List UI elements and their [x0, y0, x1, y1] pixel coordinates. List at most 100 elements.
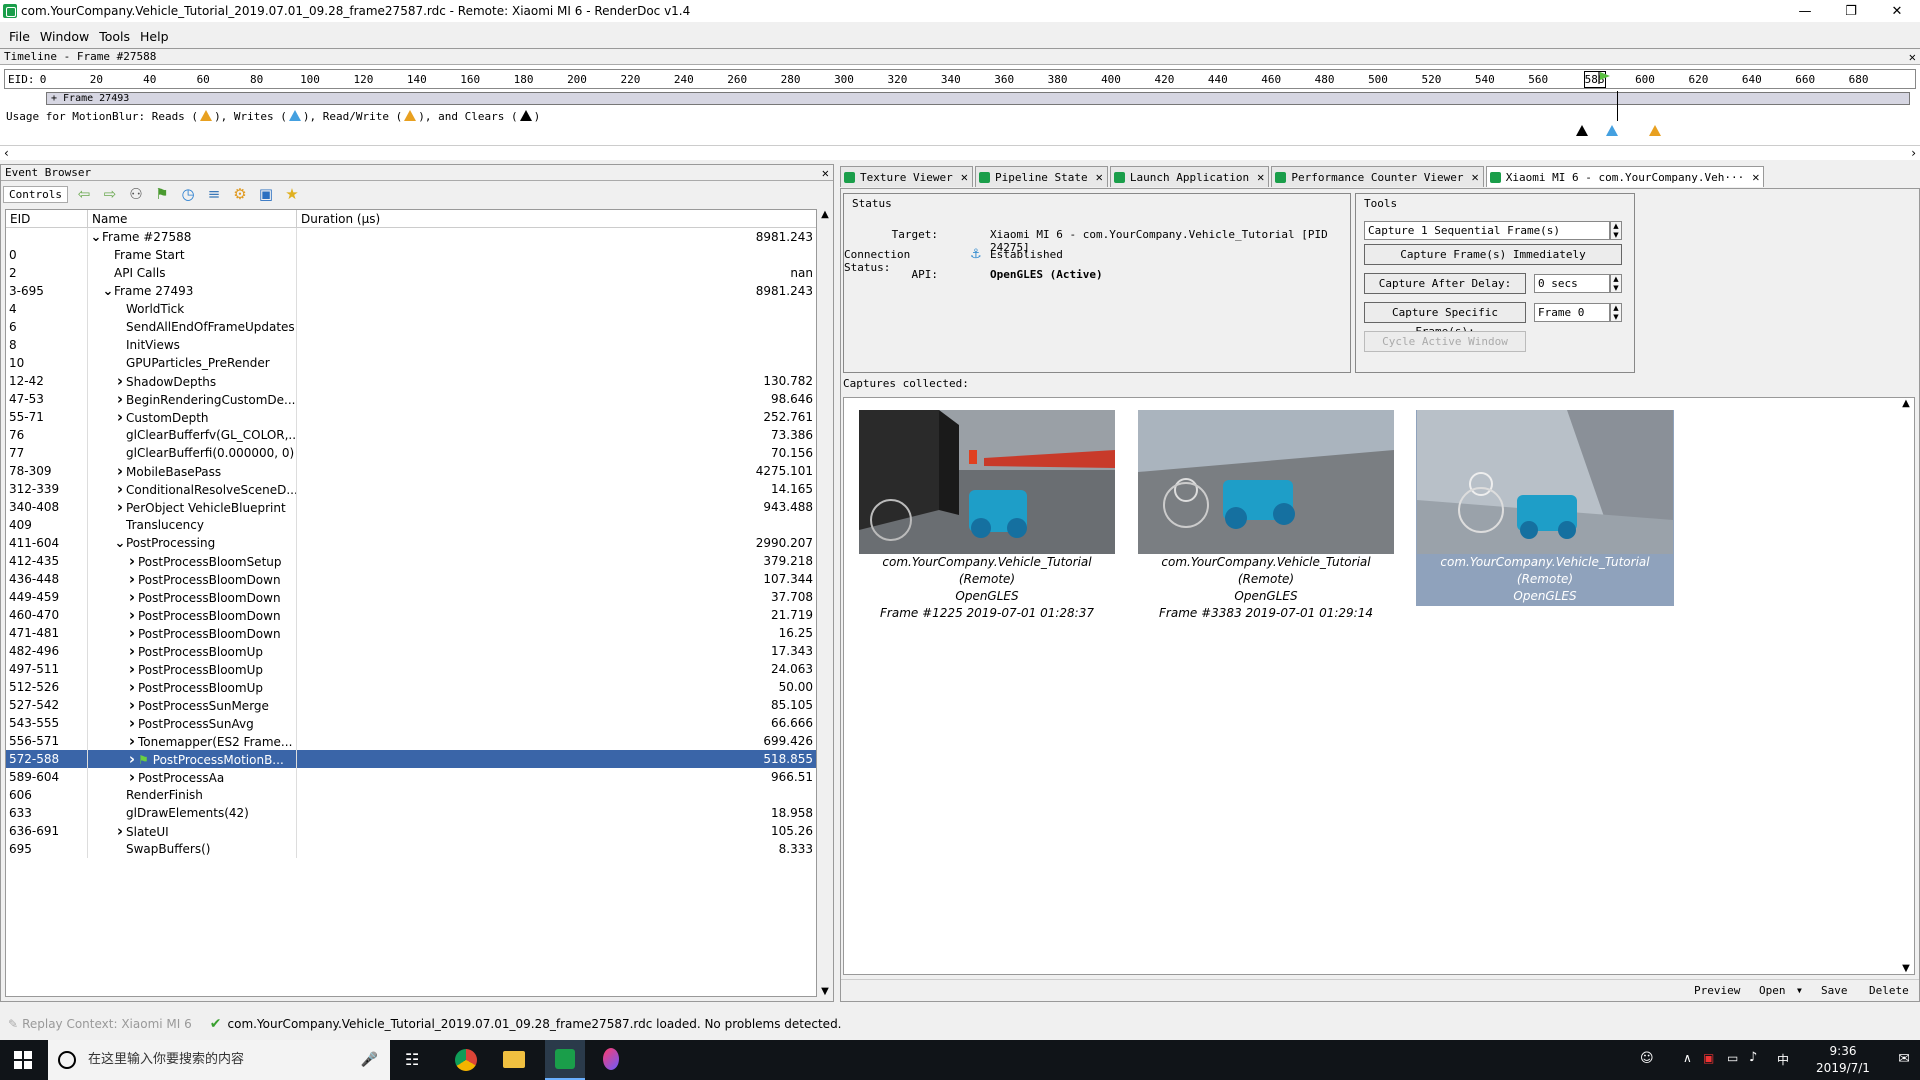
- delete-button[interactable]: Delete: [1869, 984, 1909, 997]
- renderdoc-taskbar-button[interactable]: [545, 1040, 585, 1080]
- collapse-chevron-icon[interactable]: ⌄: [114, 535, 126, 552]
- expand-chevron-icon[interactable]: ›: [126, 606, 138, 624]
- tab-close-icon[interactable]: ✕: [1472, 170, 1479, 184]
- expand-chevron-icon[interactable]: ›: [126, 732, 138, 750]
- expand-chevron-icon[interactable]: ›: [126, 696, 138, 714]
- event-row[interactable]: 12-42 › ShadowDepths 130.782: [6, 372, 816, 390]
- columns-icon[interactable]: ≡: [204, 185, 224, 203]
- event-row[interactable]: 436-448 › PostProcessBloomDown 107.344: [6, 570, 816, 588]
- scroll-down-icon[interactable]: ▼: [817, 986, 833, 997]
- event-row[interactable]: 497-511 › PostProcessBloomUp 24.063: [6, 660, 816, 678]
- find-binoculars-icon[interactable]: ⚇: [126, 185, 146, 203]
- event-row[interactable]: 449-459 › PostProcessBloomDown 37.708: [6, 588, 816, 606]
- event-row[interactable]: 409 Translucency: [6, 516, 816, 534]
- event-row[interactable]: 636-691 › SlateUI 105.26: [6, 822, 816, 840]
- capture-count-select[interactable]: Capture 1 Sequential Frame(s): [1364, 221, 1610, 240]
- tab-0[interactable]: Texture Viewer ✕: [840, 166, 973, 187]
- event-row[interactable]: 4 WorldTick: [6, 300, 816, 318]
- tab-2[interactable]: Launch Application ✕: [1109, 166, 1270, 187]
- captures-scroll-down-icon[interactable]: ▼: [1898, 963, 1914, 974]
- tab-close-icon[interactable]: ✕: [961, 170, 968, 184]
- windows-start-icon[interactable]: [14, 1051, 32, 1069]
- event-row[interactable]: 77 glClearBufferfi(0.000000, 0) 70.156: [6, 444, 816, 462]
- event-row[interactable]: 411-604 ⌄PostProcessing 2990.207: [6, 534, 816, 552]
- event-row[interactable]: 556-571 › Tonemapper(ES2 Frame... 699.426: [6, 732, 816, 750]
- event-row[interactable]: 589-604 › PostProcessAa 966.51: [6, 768, 816, 786]
- event-row[interactable]: 572-588 › ⚑ PostProcessMotionB... 518.855: [6, 750, 816, 768]
- event-row[interactable]: 76 glClearBufferfv(GL_COLOR,... 73.386: [6, 426, 816, 444]
- event-row[interactable]: 482-496 › PostProcessBloomUp 17.343: [6, 642, 816, 660]
- time-clock-icon[interactable]: ◷: [178, 185, 198, 203]
- event-row[interactable]: 10 GPUParticles_PreRender: [6, 354, 816, 372]
- event-row[interactable]: 312-339 › ConditionalResolveSceneD... 14.16…: [6, 480, 816, 498]
- event-row[interactable]: 0 Frame Start: [6, 246, 816, 264]
- scroll-up-icon[interactable]: ▲: [817, 209, 833, 220]
- event-row[interactable]: ⌄Frame #27588 8981.243: [6, 228, 816, 246]
- event-row[interactable]: 512-526 › PostProcessBloomUp 50.00: [6, 678, 816, 696]
- tab-close-icon[interactable]: ✕: [1257, 170, 1264, 184]
- collapse-chevron-icon[interactable]: ⌄: [102, 283, 114, 300]
- maximize-button[interactable]: ❐: [1828, 0, 1874, 22]
- taskbar-clock[interactable]: 9:36 2019/7/1: [1808, 1043, 1878, 1077]
- timeline-scrollbar[interactable]: ‹ ›: [0, 145, 1920, 161]
- capture-after-delay-button[interactable]: Capture After Delay:: [1364, 273, 1526, 294]
- event-row[interactable]: 78-309 › MobileBasePass 4275.101: [6, 462, 816, 480]
- expand-chevron-icon[interactable]: ›: [126, 660, 138, 678]
- expand-chevron-icon[interactable]: ›: [114, 390, 126, 408]
- event-row[interactable]: 47-53 › BeginRenderingCustomDe... 98.646: [6, 390, 816, 408]
- write-marker-icon[interactable]: [1606, 125, 1618, 136]
- scroll-right-icon[interactable]: ›: [1911, 146, 1916, 160]
- capture-item-1[interactable]: com.YourCompany.Vehicle_Tutorial (Remote…: [858, 410, 1116, 620]
- tab-4[interactable]: Xiaomi MI 6 - com.YourCompany.Veh··· ✕: [1485, 166, 1765, 187]
- tray-chevron-icon[interactable]: ∧: [1683, 1051, 1692, 1065]
- expand-chevron-icon[interactable]: ›: [126, 552, 138, 570]
- event-row[interactable]: 55-71 › CustomDepth 252.761: [6, 408, 816, 426]
- close-button[interactable]: ✕: [1874, 0, 1920, 22]
- read-marker-icon[interactable]: [1649, 125, 1661, 136]
- event-row[interactable]: 3-695 ⌄Frame 27493 8981.243: [6, 282, 816, 300]
- clear-marker-icon[interactable]: [1576, 125, 1588, 136]
- frame-input[interactable]: Frame 0: [1534, 303, 1610, 322]
- ime-indicator[interactable]: 中: [1777, 1051, 1789, 1068]
- captures-scroll-up-icon[interactable]: ▲: [1898, 398, 1914, 409]
- event-table-scrollbar[interactable]: ▲ ▼: [817, 209, 833, 997]
- volume-tray-icon[interactable]: ♪: [1749, 1050, 1757, 1065]
- capture-count-spinner[interactable]: ▲ ▼: [1610, 221, 1622, 240]
- expand-chevron-icon[interactable]: ›: [126, 768, 138, 786]
- settings-gear-icon[interactable]: ⚙: [230, 185, 250, 203]
- controls-label[interactable]: Controls: [3, 185, 68, 203]
- taskbar-search-box[interactable]: 在这里输入你要搜索的内容 🎤: [48, 1040, 390, 1080]
- save-disk-icon[interactable]: ▣: [256, 185, 276, 203]
- captures-scrollbar[interactable]: ▲ ▼: [1898, 398, 1914, 974]
- tab-close-icon[interactable]: ✕: [1752, 170, 1759, 184]
- event-row[interactable]: 340-408 › PerObject VehicleBlueprint 943.48…: [6, 498, 816, 516]
- frame-marker-bar[interactable]: + Frame 27493: [46, 91, 1910, 121]
- column-eid[interactable]: EID: [6, 210, 88, 227]
- event-row[interactable]: 633 glDrawElements(42) 18.958: [6, 804, 816, 822]
- column-duration[interactable]: Duration (µs): [297, 210, 816, 227]
- open-dropdown-icon[interactable]: ▼: [1797, 986, 1802, 995]
- event-row[interactable]: 543-555 › PostProcessSunAvg 66.666: [6, 714, 816, 732]
- expand-chevron-icon[interactable]: ›: [126, 570, 138, 588]
- security-tray-icon[interactable]: ▣: [1703, 1051, 1714, 1065]
- expand-chevron-icon[interactable]: ›: [114, 408, 126, 426]
- open-button[interactable]: Open: [1759, 984, 1786, 997]
- expand-chevron-icon[interactable]: ›: [114, 480, 126, 498]
- delay-spinner[interactable]: ▲ ▼: [1610, 274, 1622, 293]
- replay-context-label[interactable]: Replay Context: Xiaomi MI 6: [22, 1017, 192, 1031]
- forward-arrow-icon[interactable]: ⇨: [100, 185, 120, 203]
- tab-1[interactable]: Pipeline State ✕: [974, 166, 1108, 187]
- menu-file[interactable]: File: [4, 29, 35, 44]
- delay-input[interactable]: 0 secs: [1534, 274, 1610, 293]
- tab-3[interactable]: Performance Counter Viewer ✕: [1271, 166, 1484, 187]
- collapse-chevron-icon[interactable]: ⌄: [90, 229, 102, 246]
- menu-help[interactable]: Help: [135, 29, 174, 44]
- bookmark-flag-icon[interactable]: ⚑: [152, 185, 172, 203]
- capture-item-2[interactable]: com.YourCompany.Vehicle_Tutorial (Remote…: [1137, 410, 1395, 620]
- capture-immediately-button[interactable]: Capture Frame(s) Immediately: [1364, 244, 1622, 265]
- microphone-icon[interactable]: 🎤: [361, 1040, 378, 1080]
- event-row[interactable]: 2 API Calls nan: [6, 264, 816, 282]
- people-icon[interactable]: ☺: [1640, 1051, 1654, 1066]
- expand-chevron-icon[interactable]: ›: [126, 624, 138, 642]
- event-row[interactable]: 6 SendAllEndOfFrameUpdates: [6, 318, 816, 336]
